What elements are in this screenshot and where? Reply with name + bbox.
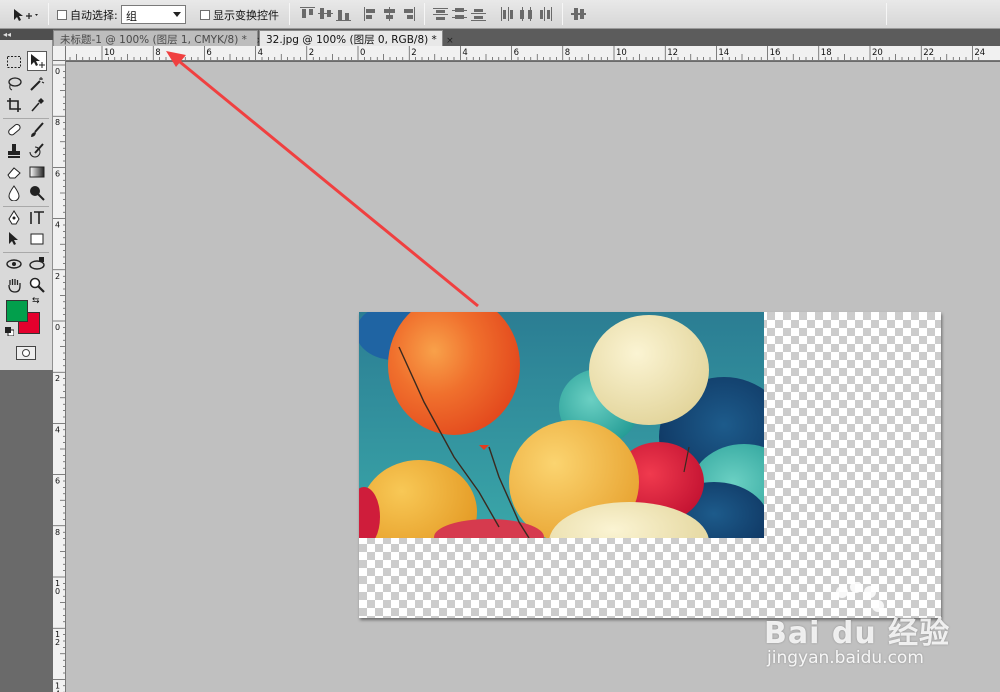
gradient-icon[interactable] [27,162,47,182]
align-horizontal-center-icon[interactable] [382,7,397,21]
ruler-label: 4 [55,221,60,230]
default-colors-icon[interactable] [5,326,15,337]
path-select-icon[interactable] [4,229,24,249]
watermark-url: jingyan.baidu.com [767,648,924,668]
quick-mask-icon[interactable] [16,346,36,360]
vertical-ruler[interactable]: 0864202468101214 [53,61,66,692]
type-icon[interactable] [27,208,47,228]
ruler-label: 20 [872,48,883,58]
baidu-jingyan-watermark: Bai du 经验 jingyan.baidu.com [764,580,1000,692]
crop-icon[interactable] [4,95,24,115]
ruler-label: 4 [462,48,467,58]
align-bottom-icon[interactable] [336,7,351,21]
lasso-icon[interactable] [4,74,24,94]
align-top-icon[interactable] [300,7,315,21]
ruler-label: 8 [55,118,60,127]
zoom-icon[interactable] [27,275,47,295]
distribute-left-icon[interactable] [500,7,515,21]
show-transform-label: 显示变换控件 [213,8,279,22]
auto-select-check-box[interactable] [57,9,67,20]
ruler-label: 4 [258,48,263,58]
auto-select-label: 自动选择: [70,8,118,22]
close-icon[interactable]: × [446,36,454,46]
ruler-label: 6 [514,48,519,58]
ruler-label: 0 [55,67,60,76]
document-tab-bar: 未标题-1 @ 100% (图层 1, CMYK/8) * × 32.jpg @… [53,29,1000,46]
tools-panel: ⇆ [0,40,53,370]
ruler-label: 4 [55,425,60,434]
3d-rotate-icon[interactable] [4,254,24,274]
ruler-label: 10 [104,48,115,58]
ruler-label: 0 [55,587,60,596]
ruler-label: 2 [411,48,416,58]
ruler-label: 24 [974,48,985,58]
distribute-horizontal-center-icon[interactable] [519,7,534,21]
history-brush-icon[interactable] [27,141,47,161]
ruler-label: 8 [155,48,160,58]
ruler-label: 0 [360,48,365,58]
tab-label: 32.jpg @ 100% (图层 0, RGB/8) * [266,34,437,46]
ruler-label: 22 [923,48,934,58]
align-left-icon[interactable] [364,7,379,21]
watermark-logo-text: Bai du 经验 [764,616,951,651]
ruler-label: 8 [55,528,60,537]
chevron-down-icon [173,12,181,17]
distribute-bottom-icon[interactable] [471,7,486,21]
photoshop-window: 自动选择: 组 显示变换控件 ◂◂ ⇆ 未标题-1 @ 100% (图层 1, … [0,0,1000,692]
show-transform-check-box[interactable] [200,9,210,20]
tab-32-jpg[interactable]: 32.jpg @ 100% (图层 0, RGB/8) * × [259,30,454,46]
3d-orbit-icon[interactable] [27,254,47,274]
hand-icon[interactable] [4,275,24,295]
tab-label: 未标题-1 @ 100% (图层 1, CMYK/8) * [60,34,247,46]
auto-select-checkbox[interactable]: 自动选择: [57,0,118,29]
magic-wand-icon[interactable] [27,74,47,94]
foreground-color-swatch[interactable] [6,300,28,322]
move-tool-preset-picker[interactable] [10,0,40,29]
align-vertical-center-icon[interactable] [318,7,333,21]
show-transform-controls-checkbox[interactable]: 显示变换控件 [200,0,279,29]
pen-icon[interactable] [4,208,24,228]
balloons-image-layer[interactable] [359,312,764,538]
eraser-icon[interactable] [4,162,24,182]
ruler-label: 2 [55,638,60,647]
ruler-label: 8 [565,48,570,58]
shape-icon[interactable] [27,229,47,249]
clone-stamp-icon[interactable] [4,141,24,161]
marquee-icon[interactable] [4,52,24,72]
ruler-label: 6 [55,169,60,178]
dodge-icon[interactable] [27,183,47,203]
ruler-label: 6 [206,48,211,58]
swap-colors-icon[interactable]: ⇆ [32,296,40,306]
auto-align-layers-icon[interactable] [571,7,586,21]
ruler-label: 12 [667,48,678,58]
eyedropper-icon[interactable] [27,95,47,115]
healing-brush-icon[interactable] [4,120,24,140]
auto-select-value: 组 [126,10,137,23]
ruler-label: 10 [616,48,627,58]
ruler-label: 16 [770,48,781,58]
distribute-vertical-center-icon[interactable] [452,7,467,21]
ruler-label: 14 [718,48,729,58]
ruler-origin[interactable] [53,46,66,61]
move-icon[interactable] [27,51,47,71]
brush-icon[interactable] [27,120,47,140]
ruler-label: 2 [55,374,60,383]
ruler-label: 6 [55,477,60,486]
horizontal-ruler[interactable]: 10 8 6 4 2 0 2 4 6 8 10 12 14 16 18 20 22 24 [66,46,1000,61]
align-right-icon[interactable] [400,7,415,21]
tools-panel-collapse-button[interactable]: ◂◂ [0,29,53,40]
move-tool-icon [14,8,38,21]
tab-untitled-1[interactable]: 未标题-1 @ 100% (图层 1, CMYK/8) * × [53,30,264,46]
auto-select-dropdown[interactable]: 组 [121,5,186,24]
distribute-top-icon[interactable] [433,7,448,21]
distribute-right-icon[interactable] [538,7,553,21]
ruler-label: 18 [821,48,832,58]
options-bar: 自动选择: 组 显示变换控件 [0,0,1000,29]
blur-icon[interactable] [4,183,24,203]
ruler-label: 2 [309,48,314,58]
ruler-label: 0 [55,323,60,332]
ruler-label: 2 [55,272,60,281]
